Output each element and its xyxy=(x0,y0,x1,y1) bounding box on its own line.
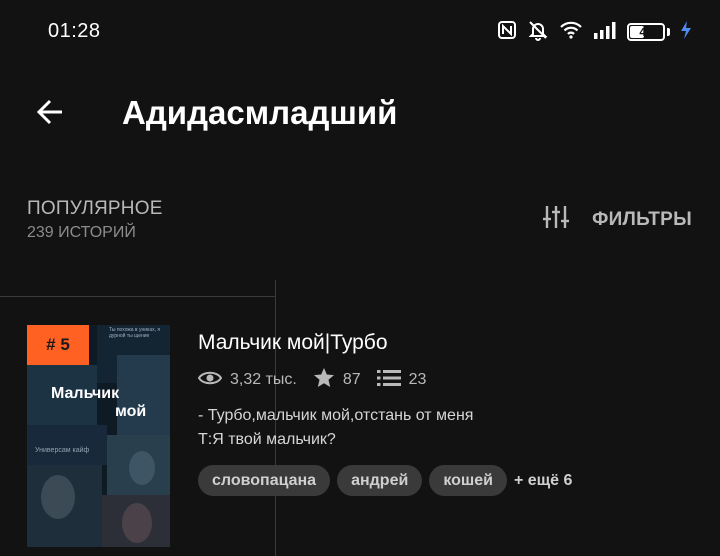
status-bar: 01:28 40 xyxy=(0,0,720,64)
eye-icon xyxy=(197,369,223,392)
votes-stat: 87 xyxy=(313,367,361,393)
tag-chip[interactable]: кошей xyxy=(429,465,507,496)
cover-caption: Универсам кайф xyxy=(35,447,90,454)
nfc-icon xyxy=(497,20,517,45)
tags-row: словопацана андрей кошей + ещё 6 xyxy=(198,465,572,496)
views-count: 3,32 тыс. xyxy=(230,371,297,388)
arrow-left-icon xyxy=(35,98,65,131)
rank-badge: # 5 xyxy=(27,325,89,365)
cover-top-text: Ты похожа в униках, я дурной ты щение xyxy=(109,327,161,339)
more-tags-link[interactable]: + ещё 6 xyxy=(514,472,572,490)
filters-label: ФИЛЬТРЫ xyxy=(592,208,692,230)
tag-chip[interactable]: словопацана xyxy=(198,465,331,496)
story-cover[interactable]: Ты похожа в униках, я дурной ты щение # … xyxy=(27,325,170,547)
battery-level: 40 xyxy=(639,25,653,39)
status-icons: 40 xyxy=(497,20,692,44)
app-bar: Адидасмладший xyxy=(0,74,720,154)
story-card[interactable]: Ты похожа в униках, я дурной ты щение # … xyxy=(0,296,720,556)
votes-count: 87 xyxy=(342,371,361,388)
description-line: Т:Я твой мальчик? xyxy=(198,431,336,448)
filters-button[interactable]: ФИЛЬТРЫ xyxy=(542,204,692,235)
story-stats: 3,32 тыс. 87 23 xyxy=(197,367,442,393)
cover-title-line2: мой xyxy=(115,403,147,420)
wifi-icon xyxy=(559,20,583,45)
tag-chip[interactable]: андрей xyxy=(337,465,423,496)
parts-stat: 23 xyxy=(376,369,427,392)
battery-icon: 40 xyxy=(627,23,670,41)
page-title: Адидасмладший xyxy=(122,94,398,131)
views-stat: 3,32 тыс. xyxy=(197,369,297,392)
sort-section: ПОПУЛЯРНОЕ 239 ИСТОРИЙ ФИЛЬТРЫ xyxy=(0,190,720,260)
back-button[interactable] xyxy=(28,92,72,136)
parts-count: 23 xyxy=(408,371,427,388)
sliders-icon xyxy=(542,204,570,235)
description-line: - Турбо,мальчик мой,отстань от меня xyxy=(198,407,474,424)
bell-off-icon xyxy=(527,19,549,46)
list-icon xyxy=(376,369,401,392)
charging-icon xyxy=(680,20,692,45)
star-icon xyxy=(313,367,335,393)
cover-title-line1: Мальчик xyxy=(51,385,120,402)
signal-icon xyxy=(593,21,617,44)
story-title[interactable]: Мальчик мой|Турбо xyxy=(198,331,388,355)
sort-label[interactable]: ПОПУЛЯРНОЕ xyxy=(27,198,163,220)
story-description: - Турбо,мальчик мой,отстань от меня Т:Я … xyxy=(198,404,473,452)
status-time: 01:28 xyxy=(48,20,101,42)
story-count: 239 ИСТОРИЙ xyxy=(27,224,136,241)
